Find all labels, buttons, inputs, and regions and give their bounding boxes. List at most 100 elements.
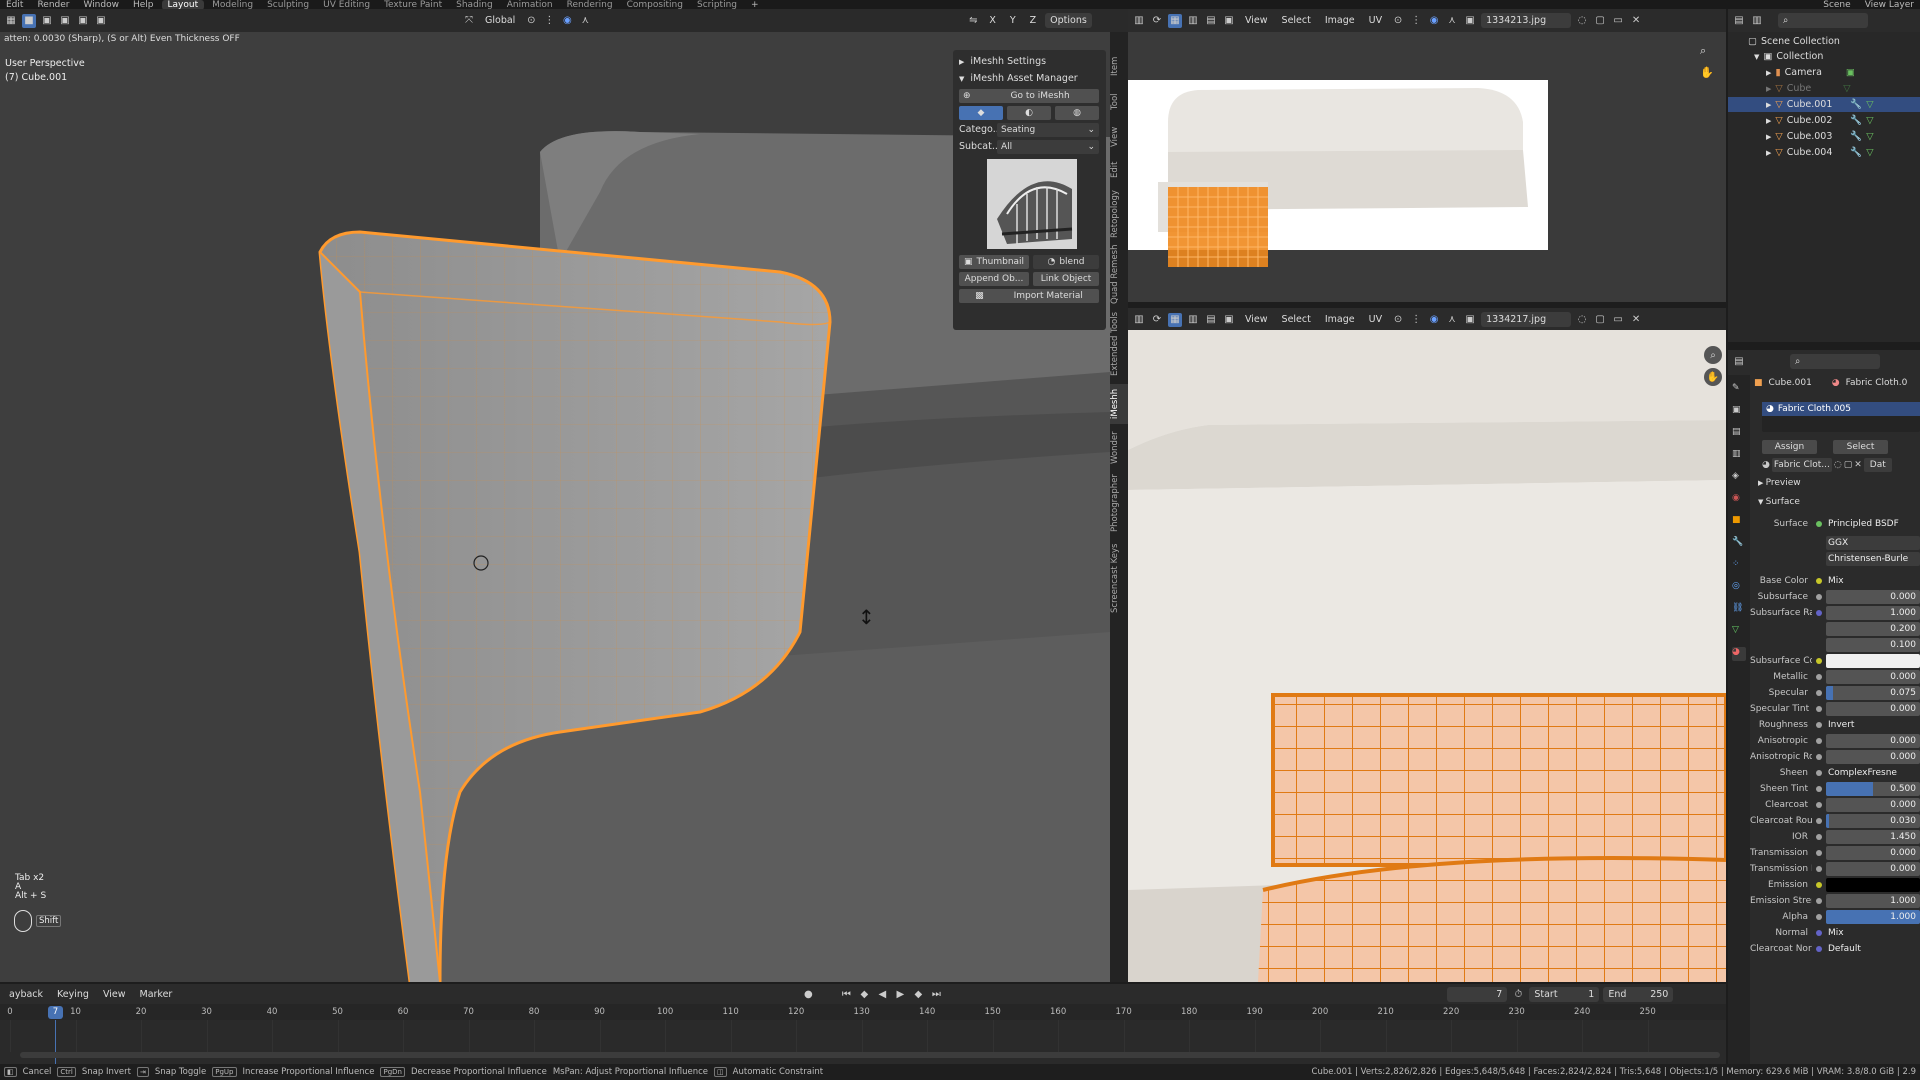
socket-icon[interactable] <box>1816 818 1822 824</box>
axis-z[interactable]: Z <box>1025 15 1042 26</box>
workspace-tab-texture-paint[interactable]: Texture Paint <box>378 0 448 9</box>
pivot-icon[interactable]: ⊙ <box>524 14 538 28</box>
material-mode-button[interactable]: ◐ <box>1007 105 1051 120</box>
asset-thumbnail[interactable] <box>987 159 1077 249</box>
property-value-field[interactable] <box>1826 654 1920 668</box>
new-image-icon[interactable]: ▢ <box>1593 14 1607 28</box>
snap-icon[interactable]: ⋮ <box>542 14 556 28</box>
falloff-icon[interactable]: ⋏ <box>578 14 592 28</box>
fake-user-icon[interactable]: ◌ <box>1834 460 1842 470</box>
outliner-item-cube[interactable]: ▶ ▽ Cube ▽ <box>1766 81 1851 96</box>
workspace-tab-animation[interactable]: Animation <box>501 0 559 9</box>
subcategory-dropdown[interactable]: All ⌄ <box>997 139 1099 154</box>
outliner-item-cube-004[interactable]: ▶ ▽ Cube.004 🔧 ▽ <box>1766 145 1874 160</box>
surface-panel-header[interactable]: ▼ Surface <box>1758 497 1800 507</box>
menu-window[interactable]: Window <box>77 0 125 9</box>
menu-select[interactable]: Select <box>1277 314 1316 325</box>
menu-help[interactable]: Help <box>127 0 160 9</box>
material-slot-row[interactable]: ◕ Fabric Cloth.005 <box>1762 402 1920 416</box>
model-mode-button[interactable]: ◆ <box>959 105 1003 120</box>
pan-hand-icon[interactable]: ✋ <box>1704 368 1722 386</box>
falloff-icon[interactable]: ⋏ <box>1445 14 1459 28</box>
open-image-icon[interactable]: ▭ <box>1611 14 1625 28</box>
outliner-search-input[interactable]: ⌕ <box>1778 13 1868 28</box>
tab-extended-tools[interactable]: Extended Tools <box>1110 308 1128 380</box>
tool-tab-icon[interactable]: ✎ <box>1732 383 1746 397</box>
tab-photographer[interactable]: Photographer <box>1110 472 1128 534</box>
tab-imeshh[interactable]: iMeshh <box>1110 384 1128 424</box>
close-icon[interactable]: ✕ <box>1854 460 1862 470</box>
editor-type-icon[interactable]: ▤ <box>1732 14 1746 28</box>
uv-sync-icon[interactable]: ⟳ <box>1150 14 1164 28</box>
new-image-icon[interactable]: ▢ <box>1593 313 1607 327</box>
island-select-icon[interactable]: ▣ <box>1222 313 1236 327</box>
property-value-field[interactable]: 0.000 <box>1826 862 1920 876</box>
snap-icon[interactable]: ⋮ <box>1409 313 1423 327</box>
jump-end-icon[interactable]: ⏭ <box>929 987 943 1001</box>
add-workspace-icon[interactable]: + <box>745 0 765 9</box>
orientation-dropdown[interactable]: Global <box>480 15 520 26</box>
imeshh-settings-header[interactable]: ▶ iMeshh Settings <box>953 53 1106 70</box>
select-subtract-icon[interactable]: ▣ <box>58 14 72 28</box>
property-value-field[interactable]: 1.000 <box>1826 894 1920 908</box>
socket-icon[interactable] <box>1816 722 1822 728</box>
socket-icon[interactable] <box>1816 882 1822 888</box>
workspace-tab-layout[interactable]: Layout <box>161 0 205 9</box>
socket-icon[interactable] <box>1816 786 1822 792</box>
distribution-dropdown[interactable]: GGX <box>1826 536 1920 550</box>
socket-icon[interactable] <box>1816 610 1822 616</box>
proportional-edit-icon[interactable]: ◉ <box>560 14 574 28</box>
property-value-field[interactable]: 0.000 <box>1826 846 1920 860</box>
append-object-button[interactable]: Append Ob... <box>959 271 1029 286</box>
workspace-tab-modeling[interactable]: Modeling <box>206 0 259 9</box>
menu-uv[interactable]: UV <box>1364 15 1387 26</box>
menu-view[interactable]: View <box>98 989 131 1000</box>
socket-icon[interactable] <box>1816 802 1822 808</box>
property-value-field[interactable]: 0.000 <box>1826 702 1920 716</box>
socket-icon[interactable] <box>1816 834 1822 840</box>
display-mode-icon[interactable]: ▥ <box>1750 14 1764 28</box>
playhead[interactable]: 7 <box>48 1006 63 1019</box>
property-value-field[interactable]: ComplexFresne <box>1826 766 1920 780</box>
scene-selector[interactable]: Scene <box>1817 0 1856 9</box>
play-reverse-icon[interactable]: ◀ <box>875 987 889 1001</box>
property-value-field[interactable]: Mix <box>1826 574 1920 588</box>
blend-button[interactable]: ◔ blend <box>1033 254 1099 269</box>
select-intersect-icon[interactable]: ▣ <box>94 14 108 28</box>
falloff-icon[interactable]: ⋏ <box>1445 313 1459 327</box>
workspace-tab-sculpting[interactable]: Sculpting <box>261 0 315 9</box>
workspace-tab-rendering[interactable]: Rendering <box>561 0 619 9</box>
proportional-edit-icon[interactable]: ◉ <box>1427 14 1441 28</box>
play-icon[interactable]: ▶ <box>893 987 907 1001</box>
workspace-tab-shading[interactable]: Shading <box>450 0 499 9</box>
property-value-field[interactable]: 0.200 <box>1826 622 1920 636</box>
property-value-field[interactable]: 1.450 <box>1826 830 1920 844</box>
property-value-field[interactable]: 0.075 <box>1826 686 1920 700</box>
link-data-dropdown[interactable]: Dat <box>1863 458 1892 472</box>
imeshh-asset-manager-header[interactable]: ▼ iMeshh Asset Manager <box>953 70 1106 87</box>
tab-screencast-keys[interactable]: Screencast Keys <box>1110 538 1128 618</box>
modifier-tab-icon[interactable]: 🔧 <box>1732 537 1746 551</box>
menu-playback[interactable]: ayback <box>4 989 48 1000</box>
socket-icon[interactable] <box>1816 706 1822 712</box>
property-value-field[interactable]: 1.000 <box>1826 910 1920 924</box>
menu-edit[interactable]: Edit <box>0 0 29 9</box>
menu-image[interactable]: Image <box>1320 15 1360 26</box>
outliner-item-cube-003[interactable]: ▶ ▽ Cube.003 🔧 ▽ <box>1766 129 1874 144</box>
subsurface-method-dropdown[interactable]: Christensen-Burle <box>1826 552 1920 566</box>
snap-icon[interactable]: ⋮ <box>1409 14 1423 28</box>
menu-uv[interactable]: UV <box>1364 314 1387 325</box>
hdri-mode-button[interactable]: ◍ <box>1055 105 1099 120</box>
tab-item[interactable]: Item <box>1110 52 1128 80</box>
menu-view[interactable]: View <box>1240 314 1273 325</box>
material-name-field[interactable]: Fabric Clot... <box>1771 458 1832 472</box>
socket-icon[interactable] <box>1816 578 1822 584</box>
socket-icon[interactable] <box>1816 594 1822 600</box>
view-layer-selector[interactable]: View Layer <box>1859 0 1920 9</box>
property-value-field[interactable]: 0.000 <box>1826 750 1920 764</box>
thumbnail-button[interactable]: ▣ Thumbnail <box>959 254 1029 269</box>
mirror-icon[interactable]: ⇋ <box>966 14 980 28</box>
end-frame-field[interactable]: End 250 <box>1603 986 1674 1002</box>
select-mode-icon[interactable]: ▦ <box>4 14 18 28</box>
editor-type-icon[interactable]: ▤ <box>1732 355 1746 369</box>
